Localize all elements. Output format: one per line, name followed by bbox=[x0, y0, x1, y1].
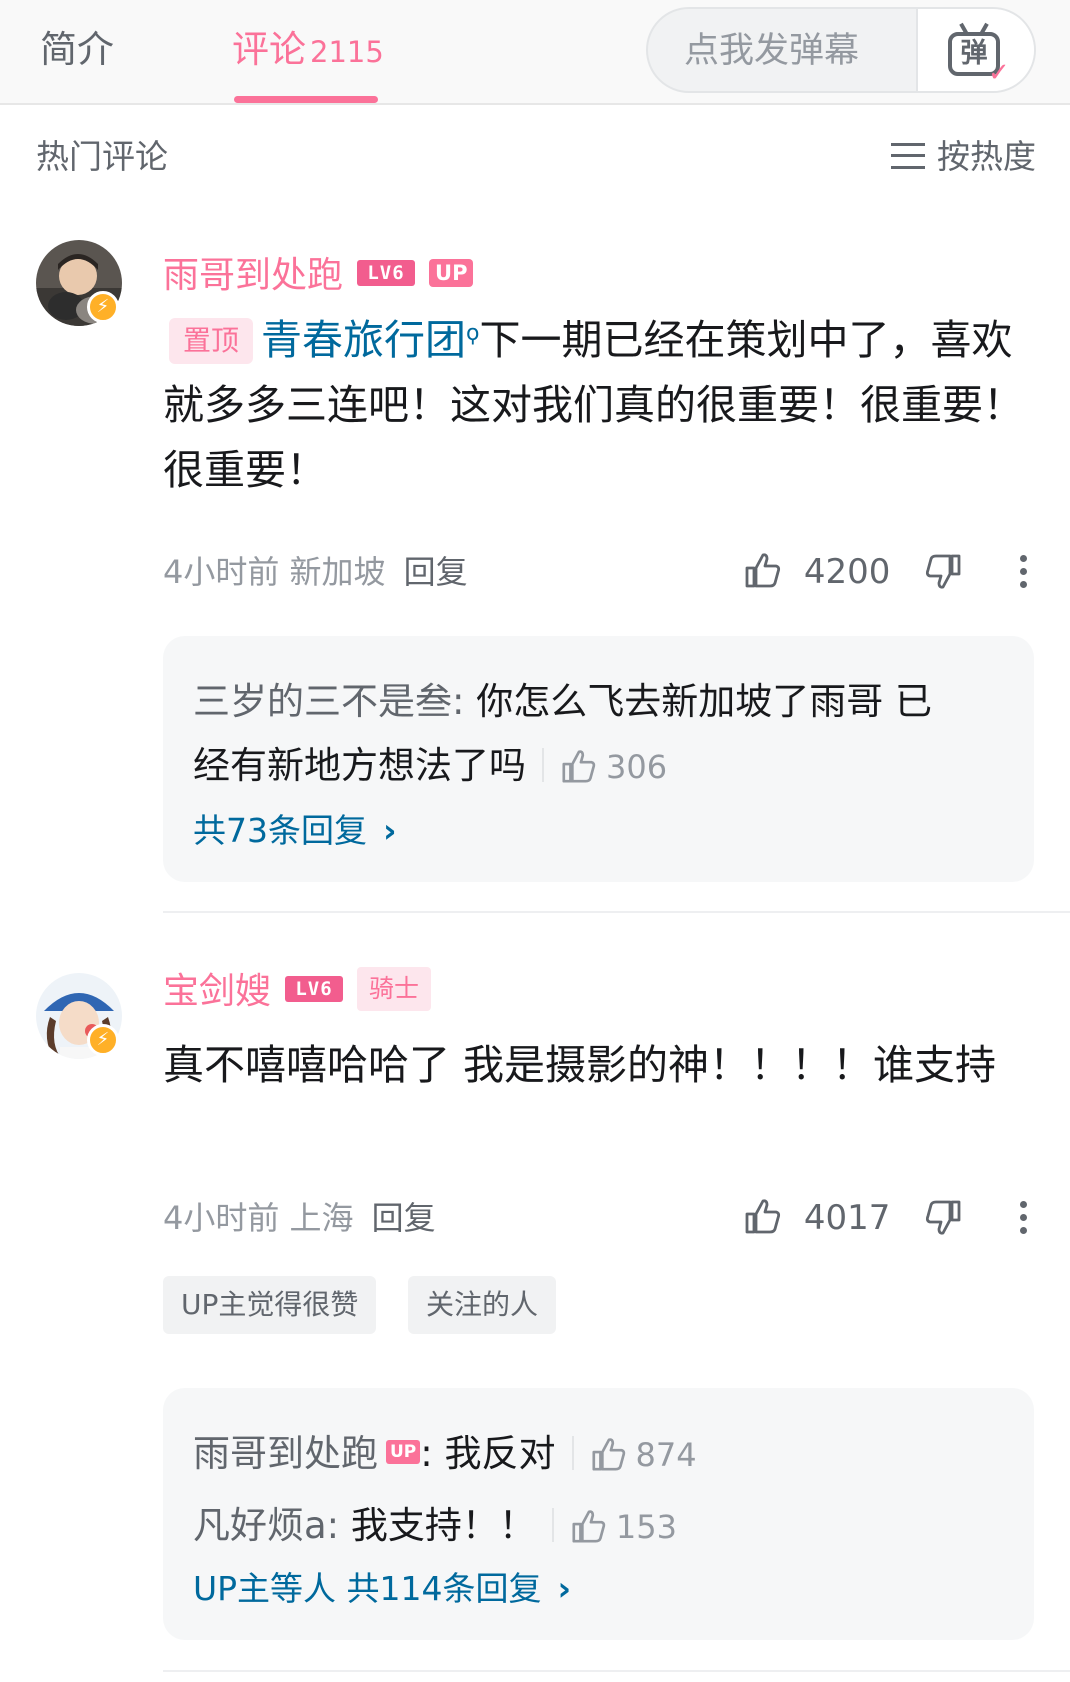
reply-like-button[interactable]: 153 bbox=[570, 1508, 677, 1546]
tab-comments-label: 评论 bbox=[232, 28, 306, 71]
like-button[interactable]: 4017 bbox=[743, 1196, 890, 1240]
reply-preview[interactable]: 雨哥到处跑 UP: 我反对 874 凡好烦a: 我支持！！ 153 UP主等人 共11… bbox=[163, 1388, 1034, 1640]
active-tab-indicator bbox=[234, 96, 378, 103]
reply-item: 三岁的三不是叁: 你怎么飞去新加坡了雨哥 已 bbox=[193, 676, 932, 728]
comment-divider bbox=[163, 1670, 1070, 1672]
reply-text: : 我反对 bbox=[420, 1432, 556, 1475]
comment-location: 新加坡 bbox=[289, 553, 386, 591]
sort-button[interactable]: 按热度 bbox=[891, 135, 1036, 179]
comment-divider bbox=[163, 911, 1070, 913]
level-badge: LV6 bbox=[357, 260, 416, 286]
tag-chip: 关注的人 bbox=[408, 1276, 557, 1334]
up-badge: UP bbox=[386, 1439, 421, 1464]
reply-like-count: 306 bbox=[606, 748, 668, 786]
thumbs-up-icon bbox=[743, 1196, 783, 1236]
check-icon: ✓ bbox=[988, 58, 1010, 88]
like-count: 4200 bbox=[803, 552, 891, 592]
level-badge: LV6 bbox=[285, 976, 344, 1002]
tab-intro[interactable]: 简介 bbox=[40, 26, 114, 74]
sort-label: 按热度 bbox=[937, 137, 1036, 176]
reply-author[interactable]: 雨哥到处跑 bbox=[193, 1432, 378, 1475]
divider bbox=[551, 1507, 554, 1542]
username-text: 雨哥到处跑 bbox=[163, 255, 344, 296]
tab-bar: 简介 评论 2115 点我发弹幕 弹 ✓ bbox=[0, 0, 1070, 105]
more-replies-label: UP主等人 共114条回复 bbox=[193, 1569, 542, 1608]
danmaku-toggle-button[interactable]: 弹 ✓ bbox=[916, 9, 1034, 91]
reply-like-button[interactable]: 306 bbox=[560, 748, 667, 786]
reply-button[interactable]: 回复 bbox=[404, 553, 468, 591]
reply-author[interactable]: 三岁的三不是叁: bbox=[193, 680, 464, 723]
comment-time: 4小时前 bbox=[163, 1199, 280, 1237]
tag-chip: UP主觉得很赞 bbox=[163, 1276, 377, 1334]
like-count: 4017 bbox=[803, 1198, 891, 1238]
up-badge: UP bbox=[429, 259, 474, 287]
dislike-button[interactable] bbox=[923, 1198, 963, 1242]
thumbs-up-icon bbox=[743, 550, 783, 590]
danmaku-input[interactable]: 点我发弹幕 bbox=[684, 28, 859, 74]
reply-author[interactable]: 凡好烦a: bbox=[193, 1504, 339, 1547]
divider bbox=[542, 747, 544, 782]
thumbs-up-icon bbox=[560, 747, 598, 785]
comment-meta: 4小时前 上海 回复 bbox=[163, 1196, 436, 1240]
view-more-replies[interactable]: UP主等人 共114条回复 › bbox=[193, 1566, 571, 1612]
comment-meta: 4小时前 新加坡 回复 bbox=[163, 550, 468, 594]
thumbs-up-icon bbox=[590, 1435, 628, 1473]
reply-text: 我支持！！ bbox=[339, 1504, 536, 1547]
reply-preview[interactable]: 三岁的三不是叁: 你怎么飞去新加坡了雨哥 已 经有新地方想法了吗 306 共73条… bbox=[163, 636, 1034, 882]
more-options-icon[interactable] bbox=[1018, 555, 1028, 595]
chevron-right-icon: › bbox=[383, 811, 397, 850]
divider bbox=[571, 1435, 574, 1470]
bolt-icon: ⚡ bbox=[87, 291, 119, 323]
topic-link[interactable]: 青春旅行团 bbox=[261, 316, 466, 364]
comment-location: 上海 bbox=[289, 1199, 354, 1237]
username-text: 宝剑嫂 bbox=[163, 971, 272, 1012]
reply-item: 雨哥到处跑 UP: 我反对 874 bbox=[193, 1428, 697, 1481]
reply-text-continued: 经有新地方想法了吗 bbox=[193, 744, 526, 787]
tab-comments[interactable]: 评论 2115 bbox=[232, 26, 384, 76]
thumbs-up-icon bbox=[570, 1507, 608, 1545]
tab-comments-count: 2115 bbox=[310, 35, 384, 69]
comment-time: 4小时前 bbox=[163, 553, 280, 591]
dislike-button[interactable] bbox=[923, 552, 963, 596]
reply-button[interactable]: 回复 bbox=[372, 1199, 436, 1237]
reply-item: 凡好烦a: 我支持！！ 153 bbox=[193, 1500, 677, 1553]
comment-text: 置顶 青春旅行团ϙ下一期已经在策划中了，喜欢就多多三连吧！这对我们真的很重要！很重… bbox=[163, 301, 1038, 503]
more-options-icon[interactable] bbox=[1018, 1201, 1028, 1241]
chevron-right-icon: › bbox=[557, 1569, 572, 1608]
reply-text: 你怎么飞去新加坡了雨哥 已 bbox=[464, 680, 932, 723]
sort-icon bbox=[891, 142, 925, 169]
comment-text: 真不嘻嘻哈哈了 我是摄影的神！！！！谁支持 bbox=[163, 1041, 997, 1089]
pinned-badge: 置顶 bbox=[169, 318, 254, 364]
username[interactable]: 雨哥到处跑 LV6 UP bbox=[163, 252, 474, 300]
reply-like-count: 153 bbox=[615, 1508, 677, 1546]
more-replies-label: 共73条回复 bbox=[193, 811, 367, 850]
like-button[interactable]: 4200 bbox=[743, 550, 890, 594]
username[interactable]: 宝剑嫂 LV6 骑士 bbox=[163, 967, 432, 1016]
thumbs-down-icon bbox=[923, 552, 963, 592]
bolt-icon: ⚡ bbox=[87, 1024, 119, 1056]
search-icon: ϙ bbox=[466, 321, 480, 346]
reply-item-continued: 经有新地方想法了吗 306 bbox=[193, 740, 667, 793]
thumbs-down-icon bbox=[923, 1198, 963, 1238]
danmaku-bar: 点我发弹幕 弹 ✓ bbox=[646, 7, 1036, 93]
fan-medal-badge: 骑士 bbox=[357, 967, 432, 1011]
reply-like-count: 874 bbox=[635, 1436, 697, 1474]
view-more-replies[interactable]: 共73条回复 › bbox=[193, 808, 397, 854]
reply-like-button[interactable]: 874 bbox=[590, 1436, 697, 1474]
section-title: 热门评论 bbox=[36, 137, 168, 176]
